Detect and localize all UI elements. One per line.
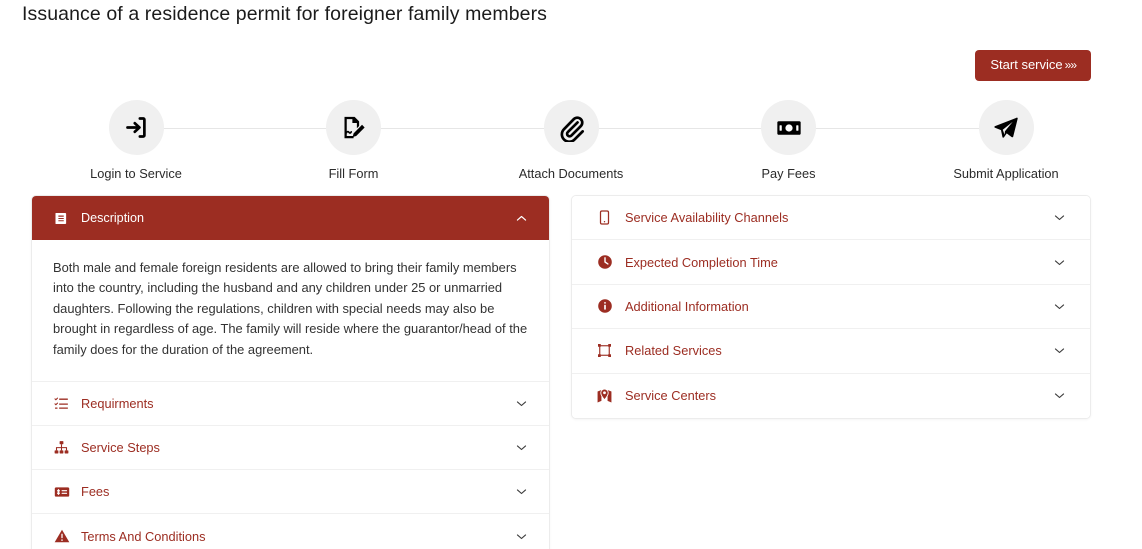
sitemap-icon	[53, 439, 70, 456]
chevron-down-icon[interactable]	[513, 528, 529, 544]
accordion-header-expected-completion-time[interactable]: Expected Completion Time	[572, 240, 1090, 285]
description-text: Both male and female foreign residents a…	[53, 260, 528, 357]
accordion-header-service-steps[interactable]: Service Steps	[32, 426, 549, 471]
accordion-title: Fees	[81, 484, 110, 500]
chevron-down-icon[interactable]	[513, 440, 529, 456]
chevron-down-icon[interactable]	[1051, 343, 1067, 359]
accordion-header-fees[interactable]: Fees	[32, 470, 549, 515]
paperclip-icon	[557, 114, 585, 142]
map-marker-icon	[596, 387, 613, 404]
service-stepper: Login to Service Fill Form Attach Docume…	[36, 100, 1106, 186]
right-accordion-card: Service Availability Channels Expected C…	[571, 195, 1091, 419]
accordion-title: Description	[81, 211, 144, 225]
chevron-down-icon[interactable]	[1051, 388, 1067, 404]
step-attach-documents[interactable]: Attach Documents	[471, 100, 671, 181]
step-label: Pay Fees	[761, 166, 816, 181]
chevron-down-icon[interactable]	[1051, 254, 1067, 270]
step-icon-circle	[978, 100, 1034, 155]
start-service-label: Start service	[990, 57, 1063, 72]
accordion-header-terms-and-conditions[interactable]: Terms And Conditions	[32, 514, 549, 549]
right-accordion-column: Service Availability Channels Expected C…	[571, 195, 1091, 419]
mobile-phone-icon	[596, 209, 613, 226]
step-icon-circle	[108, 100, 164, 155]
chevron-down-icon[interactable]	[513, 484, 529, 500]
form-pencil-icon	[340, 114, 367, 141]
accordion-header-related-services[interactable]: Related Services	[572, 329, 1090, 374]
money-bill-icon	[53, 483, 70, 500]
step-icon-circle	[543, 100, 599, 155]
chevron-down-icon[interactable]	[1051, 298, 1067, 314]
step-label: Submit Application	[953, 166, 1059, 181]
accordion-title: Expected Completion Time	[625, 254, 778, 270]
crop-frame-icon	[596, 342, 613, 359]
step-icon-circle	[326, 100, 381, 155]
step-login-to-service[interactable]: Login to Service	[36, 100, 236, 181]
step-label: Login to Service	[90, 166, 182, 181]
step-icon-circle	[761, 100, 816, 155]
accordion-title: Related Services	[625, 343, 722, 359]
paper-plane-icon	[992, 114, 1020, 142]
chevron-down-icon[interactable]	[1051, 210, 1067, 226]
page-title: Issuance of a residence permit for forei…	[22, 3, 548, 25]
book-icon	[53, 210, 70, 227]
accordion-header-description[interactable]: Description	[32, 196, 549, 240]
info-circle-icon	[596, 298, 613, 315]
accordion-title: Additional Information	[625, 298, 749, 314]
warning-triangle-icon	[53, 528, 70, 545]
start-service-button[interactable]: Start service»»	[975, 50, 1091, 82]
accordion-title: Service Steps	[81, 440, 160, 456]
accordion-title: Service Availability Channels	[625, 210, 789, 226]
accordion-header-requirments[interactable]: Requirments	[32, 382, 549, 427]
accordion-title: Terms And Conditions	[81, 528, 206, 544]
accordion-title: Service Centers	[625, 388, 717, 404]
service-detail-page: Issuance of a residence permit for forei…	[0, 0, 1142, 549]
left-accordion-card: Description Both male and female foreign…	[31, 195, 550, 549]
accordion-header-service-availability-channels[interactable]: Service Availability Channels	[572, 196, 1090, 241]
accordion-title: Requirments	[81, 396, 154, 412]
checklist-icon	[53, 395, 70, 412]
step-pay-fees[interactable]: Pay Fees	[689, 100, 889, 181]
step-submit-application[interactable]: Submit Application	[906, 100, 1106, 181]
step-fill-form[interactable]: Fill Form	[254, 100, 454, 181]
banknote-icon	[775, 114, 803, 142]
chevron-up-icon[interactable]	[513, 210, 529, 226]
accordion-header-service-centers[interactable]: Service Centers	[572, 373, 1090, 418]
step-label: Fill Form	[328, 166, 379, 181]
login-arrow-icon	[123, 114, 150, 141]
clock-icon	[596, 254, 613, 271]
left-accordion-column: Description Both male and female foreign…	[31, 195, 550, 549]
accordion-header-additional-information[interactable]: Additional Information	[572, 284, 1090, 330]
chevron-down-icon[interactable]	[513, 396, 529, 412]
double-chevron-right-icon: »»	[1064, 58, 1077, 72]
accordion-body-description: Both male and female foreign residents a…	[32, 240, 549, 383]
step-label: Attach Documents	[518, 166, 624, 181]
